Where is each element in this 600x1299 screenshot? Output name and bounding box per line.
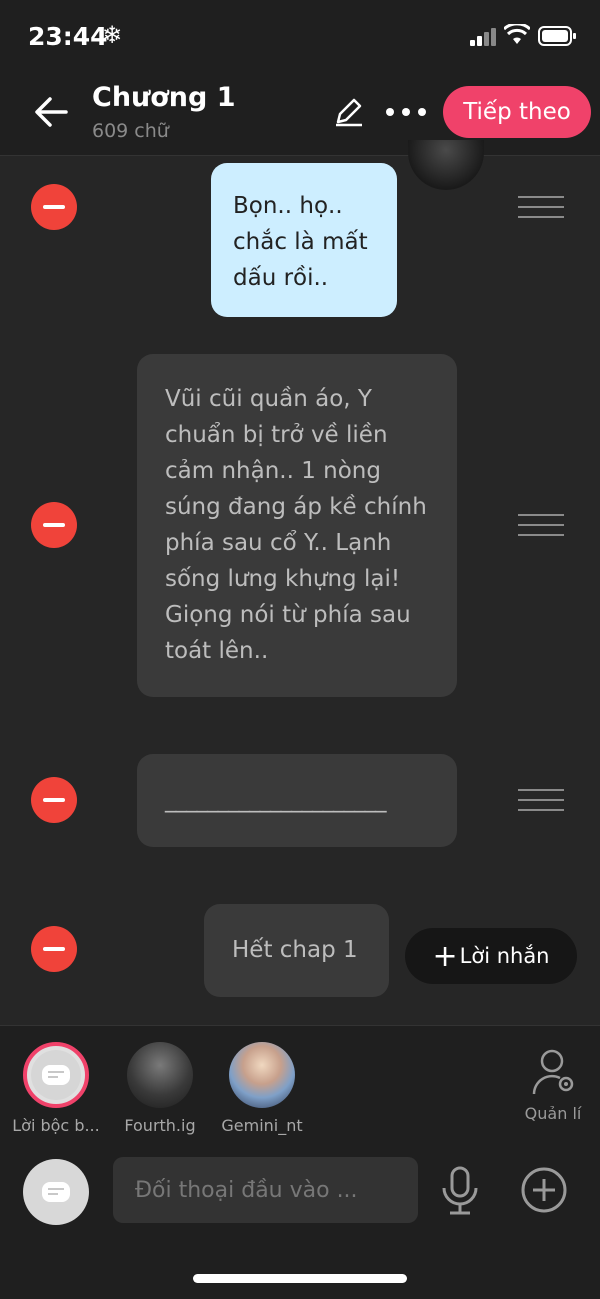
editor-header: Chương 1 609 chữ Tiếp theo [0, 76, 600, 156]
signal-icon [470, 28, 496, 46]
manage-label: Quản lí [524, 1104, 582, 1123]
plus-icon: + [432, 939, 458, 974]
message-bubble[interactable]: Vũi cũi quần áo, Y chuẩn bị trở về liền … [137, 354, 457, 697]
remove-icon[interactable] [31, 926, 77, 972]
character-narrator[interactable]: Lời bộc b... [6, 1042, 106, 1135]
wifi-icon [504, 24, 530, 44]
avatar [23, 1042, 89, 1108]
next-button[interactable]: Tiếp theo [443, 86, 591, 138]
message-icon [42, 1065, 70, 1085]
message-bubble[interactable]: _____________________ [137, 754, 457, 847]
word-count: 609 chữ [92, 120, 169, 142]
manage-button[interactable]: Quản lí [520, 1048, 586, 1123]
more-icon[interactable] [384, 106, 428, 118]
speaker-avatar [408, 140, 484, 190]
pencil-icon[interactable] [332, 94, 366, 128]
message-bubble[interactable]: Hết chap 1 [204, 904, 389, 997]
drag-handle-icon[interactable] [518, 514, 564, 538]
status-bar: 23:44 ❄ [0, 0, 600, 76]
chapter-title: Chương 1 [92, 82, 236, 113]
dialogue-input[interactable] [113, 1157, 418, 1223]
microphone-icon[interactable] [440, 1166, 480, 1216]
status-time: 23:44 [28, 22, 108, 51]
snowflake-icon: ❄ [102, 21, 123, 49]
message-type-button[interactable] [23, 1159, 89, 1225]
remove-icon[interactable] [31, 777, 77, 823]
add-circle-icon[interactable] [520, 1166, 568, 1214]
character-name: Gemini_nt [221, 1116, 303, 1135]
message-bubble[interactable]: Bọn.. họ.. chắc là mất dấu rồi.. [211, 163, 397, 317]
drag-handle-icon[interactable] [518, 789, 564, 813]
character-name: Lời bộc b... [12, 1116, 100, 1135]
character-fourth[interactable]: Fourth.ig [110, 1042, 210, 1135]
avatar [229, 1042, 295, 1108]
person-gear-icon [532, 1049, 574, 1095]
bottom-panel: Lời bộc b... Fourth.ig Gemini_nt Quản lí [0, 1025, 600, 1299]
battery-icon [538, 26, 576, 46]
message-icon [42, 1182, 70, 1202]
avatar [127, 1042, 193, 1108]
add-note-button[interactable]: +Lời nhắn [405, 928, 577, 984]
drag-handle-icon[interactable] [518, 196, 564, 220]
character-name: Fourth.ig [124, 1116, 196, 1135]
character-gemini[interactable]: Gemini_nt [212, 1042, 312, 1135]
home-indicator[interactable] [193, 1274, 407, 1283]
back-arrow-icon[interactable] [32, 92, 72, 132]
add-note-label: Lời nhắn [459, 944, 550, 968]
remove-icon[interactable] [31, 184, 77, 230]
remove-icon[interactable] [31, 502, 77, 548]
